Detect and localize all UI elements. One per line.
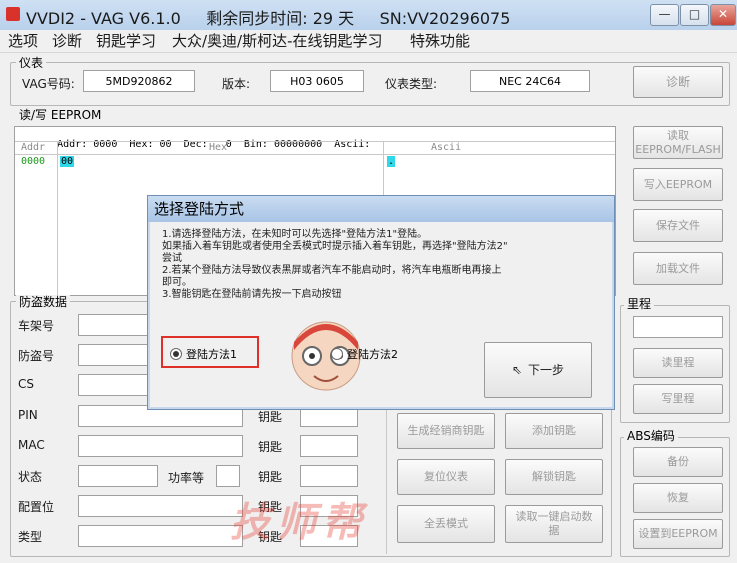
eeprom-header-divider (15, 141, 615, 142)
key-field-3[interactable] (300, 465, 358, 487)
abs-group-label: ABS编码 (624, 429, 678, 443)
title-bar: VVDI2 - VAG V6.1.0 剩余同步时间: 29 天 SN:VV202… (0, 0, 737, 31)
write-eeprom-button[interactable]: 写入EEPROM (633, 168, 723, 201)
window-title: VVDI2 - VAG V6.1.0 剩余同步时间: 29 天 SN:VV202… (26, 9, 511, 28)
menu-diagnose[interactable]: 诊断 (52, 30, 82, 52)
instruction-line-4: 2.若某个登陆方法导致仪表黑屏或者汽车不能启动时，将汽车电瓶断电再接上 (162, 265, 502, 276)
save-file-button[interactable]: 保存文件 (633, 209, 723, 242)
mac-field[interactable] (78, 435, 243, 457)
version-label: 版本: (222, 77, 251, 91)
vin-label: 车架号 (18, 319, 55, 333)
cs-label: CS (18, 377, 34, 391)
row-addr: 0000 (21, 156, 46, 167)
next-step-label: 下一步 (528, 363, 565, 377)
status-field[interactable] (78, 465, 158, 487)
option1-radio[interactable] (170, 348, 182, 360)
cursor-arrow-icon: ⇖ (511, 363, 523, 377)
watermark: 技师帮 (230, 500, 368, 546)
type-field[interactable] (78, 525, 243, 547)
close-button[interactable]: ✕ (710, 4, 736, 26)
instrument-group-label: 仪表 (16, 56, 47, 70)
vag-number-field[interactable]: 5MD920862 (83, 70, 195, 92)
menu-bar: 选项 诊断 钥匙学习 大众/奥迪/斯柯达-在线钥匙学习 特殊功能 (0, 30, 737, 53)
minimize-button[interactable]: — (650, 4, 679, 26)
option1-radio-group[interactable]: 登陆方法1 (170, 346, 237, 362)
mac-label: MAC (18, 438, 45, 452)
key-actions-divider (386, 408, 387, 554)
status-label: 状态 (18, 470, 43, 484)
key-label-3: 钥匙 (258, 470, 283, 484)
row-hex-cell[interactable]: 00 (60, 156, 75, 167)
menu-special-functions[interactable]: 特殊功能 (410, 30, 470, 52)
abs-set-eeprom-button[interactable]: 设置到EEPROM (633, 519, 723, 549)
key-label-2: 钥匙 (258, 440, 283, 454)
eeprom-header-divider-2 (15, 154, 615, 155)
app-window: VVDI2 - VAG V6.1.0 剩余同步时间: 29 天 SN:VV202… (0, 0, 737, 563)
gen-dealer-key-button[interactable]: 生成经销商钥匙 (397, 413, 495, 449)
option2-radio[interactable] (331, 348, 343, 360)
menu-options[interactable]: 选项 (8, 30, 38, 52)
version-field[interactable]: H03 0605 (270, 70, 364, 92)
maximize-button[interactable]: □ (680, 4, 709, 26)
all-keys-lost-button[interactable]: 全丢模式 (397, 505, 495, 543)
menu-key-learning[interactable]: 钥匙学习 (96, 30, 156, 52)
write-mileage-button[interactable]: 写里程 (633, 384, 723, 414)
add-key-button[interactable]: 添加钥匙 (505, 413, 603, 449)
diagnose-button[interactable]: 诊断 (633, 66, 723, 98)
mileage-field[interactable] (633, 316, 723, 338)
read-eeprom-button[interactable]: 读取 EEPROM/FLASH (633, 126, 723, 159)
menu-online-key-learning[interactable]: 大众/奥迪/斯柯达-在线钥匙学习 (172, 30, 383, 52)
col-addr-header: Addr (21, 142, 46, 153)
row-ascii-cell[interactable]: . (387, 156, 396, 167)
instrument-type-field[interactable]: NEC 24C64 (470, 70, 590, 92)
mileage-group-label: 里程 (624, 297, 655, 311)
next-step-button[interactable]: ⇖ 下一步 (484, 342, 592, 398)
read-one-key-start-button[interactable]: 读取一键启动数据 (505, 505, 603, 543)
instruction-line-5: 即可。 (162, 277, 192, 288)
power-field[interactable] (216, 465, 240, 487)
option2-label[interactable]: 登陆方法2 (347, 346, 398, 362)
instruction-line-6: 3.智能钥匙在登陆前请先按一下启动按钮 (162, 289, 342, 300)
config-label: 配置位 (18, 500, 55, 514)
vag-number-label: VAG号码: (22, 77, 75, 91)
key-label-1: 钥匙 (258, 410, 283, 424)
instruction-line-3: 尝试 (162, 253, 182, 264)
app-icon (6, 7, 20, 21)
instruction-line-1: 1.请选择登陆方法，在未知时可以先选择"登陆方法1"登陆。 (162, 229, 428, 240)
col-divider-1 (57, 141, 58, 295)
config-field[interactable] (78, 495, 243, 517)
type-label: 类型 (18, 530, 43, 544)
option2-radio-group[interactable]: 登陆方法2 (331, 346, 398, 362)
immo-id-label: 防盗号 (18, 349, 55, 363)
abs-restore-button[interactable]: 恢复 (633, 483, 723, 513)
instruction-line-2: 如果插入着车钥匙或者使用全丢模式时提示插入着车钥匙，再选择"登陆方法2" (162, 241, 508, 252)
login-method-dialog: 选择登陆方式 1.请选择登陆方法，在未知时可以先选择"登陆方法1"登陆。 如果插… (147, 195, 615, 410)
dialog-instructions: 1.请选择登陆方法，在未知时可以先选择"登陆方法1"登陆。 如果插入着车钥匙或者… (162, 229, 602, 301)
dialog-title-bar: 选择登陆方式 (148, 196, 614, 222)
immo-group-label: 防盗数据 (16, 295, 71, 309)
read-mileage-button[interactable]: 读里程 (633, 348, 723, 378)
instrument-type-label: 仪表类型: (385, 77, 438, 91)
dialog-title: 选择登陆方式 (154, 200, 245, 218)
reset-instrument-button[interactable]: 复位仪表 (397, 459, 495, 495)
col-hex-header: Hex (209, 142, 228, 153)
power-label: 功率等 (168, 471, 205, 485)
eeprom-group-label: 读/写 EEPROM (16, 108, 105, 122)
unlock-key-button[interactable]: 解锁钥匙 (505, 459, 603, 495)
load-file-button[interactable]: 加载文件 (633, 252, 723, 285)
pin-label: PIN (18, 408, 38, 422)
abs-backup-button[interactable]: 备份 (633, 447, 723, 477)
option1-label[interactable]: 登陆方法1 (186, 346, 237, 362)
col-ascii-header: Ascii (431, 142, 462, 153)
key-field-2[interactable] (300, 435, 358, 457)
